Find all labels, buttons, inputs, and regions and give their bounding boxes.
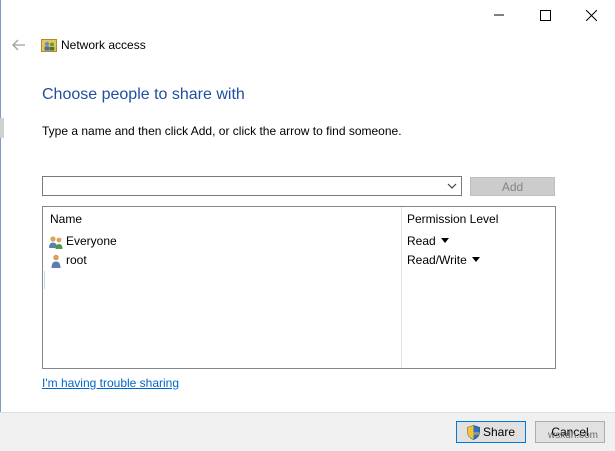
page-heading: Choose people to share with [42, 86, 245, 103]
user-name: Everyone [66, 234, 117, 248]
window-left-edge [0, 0, 1, 450]
instructions-text: Type a name and then click Add, or click… [42, 124, 402, 138]
users-group-icon [48, 234, 64, 250]
watermark-text: wsxdn.com [548, 430, 599, 441]
chevron-down-icon [447, 183, 457, 189]
back-arrow-icon [12, 39, 25, 51]
permission-value: Read/Write [407, 253, 467, 267]
share-button-label: Share [482, 425, 516, 439]
close-button[interactable] [568, 0, 614, 30]
caret-down-icon [471, 257, 480, 262]
column-header-name[interactable]: Name [50, 212, 82, 226]
permission-value: Read [407, 234, 436, 248]
list-focus-mark [44, 271, 45, 289]
permission-dropdown[interactable]: Read [407, 234, 449, 248]
uac-shield-icon [467, 424, 480, 440]
user-name: root [66, 253, 87, 267]
minimize-button[interactable] [476, 0, 522, 30]
share-button[interactable]: Share [456, 421, 526, 443]
list-row-root[interactable]: root Read/Write [43, 251, 555, 270]
caret-down-icon [440, 238, 449, 243]
back-button[interactable] [10, 36, 28, 54]
close-icon [585, 9, 597, 21]
permission-dropdown[interactable]: Read/Write [407, 253, 480, 267]
trouble-sharing-link[interactable]: I'm having trouble sharing [42, 376, 179, 390]
minimize-icon [494, 14, 504, 16]
network-users-icon [41, 37, 57, 53]
list-row-everyone[interactable]: Everyone Read [43, 232, 555, 251]
share-users-list[interactable]: Name Permission Level Everyone Read root… [42, 206, 556, 369]
window-title: Network access [61, 38, 146, 52]
combobox-dropdown-button[interactable] [443, 177, 461, 195]
window-edge-mark [0, 118, 4, 138]
maximize-button[interactable] [522, 0, 568, 30]
add-button[interactable]: Add [470, 177, 555, 196]
column-header-permission[interactable]: Permission Level [407, 212, 498, 226]
name-combobox[interactable] [42, 176, 462, 196]
user-icon [48, 253, 64, 269]
maximize-icon [539, 9, 551, 21]
